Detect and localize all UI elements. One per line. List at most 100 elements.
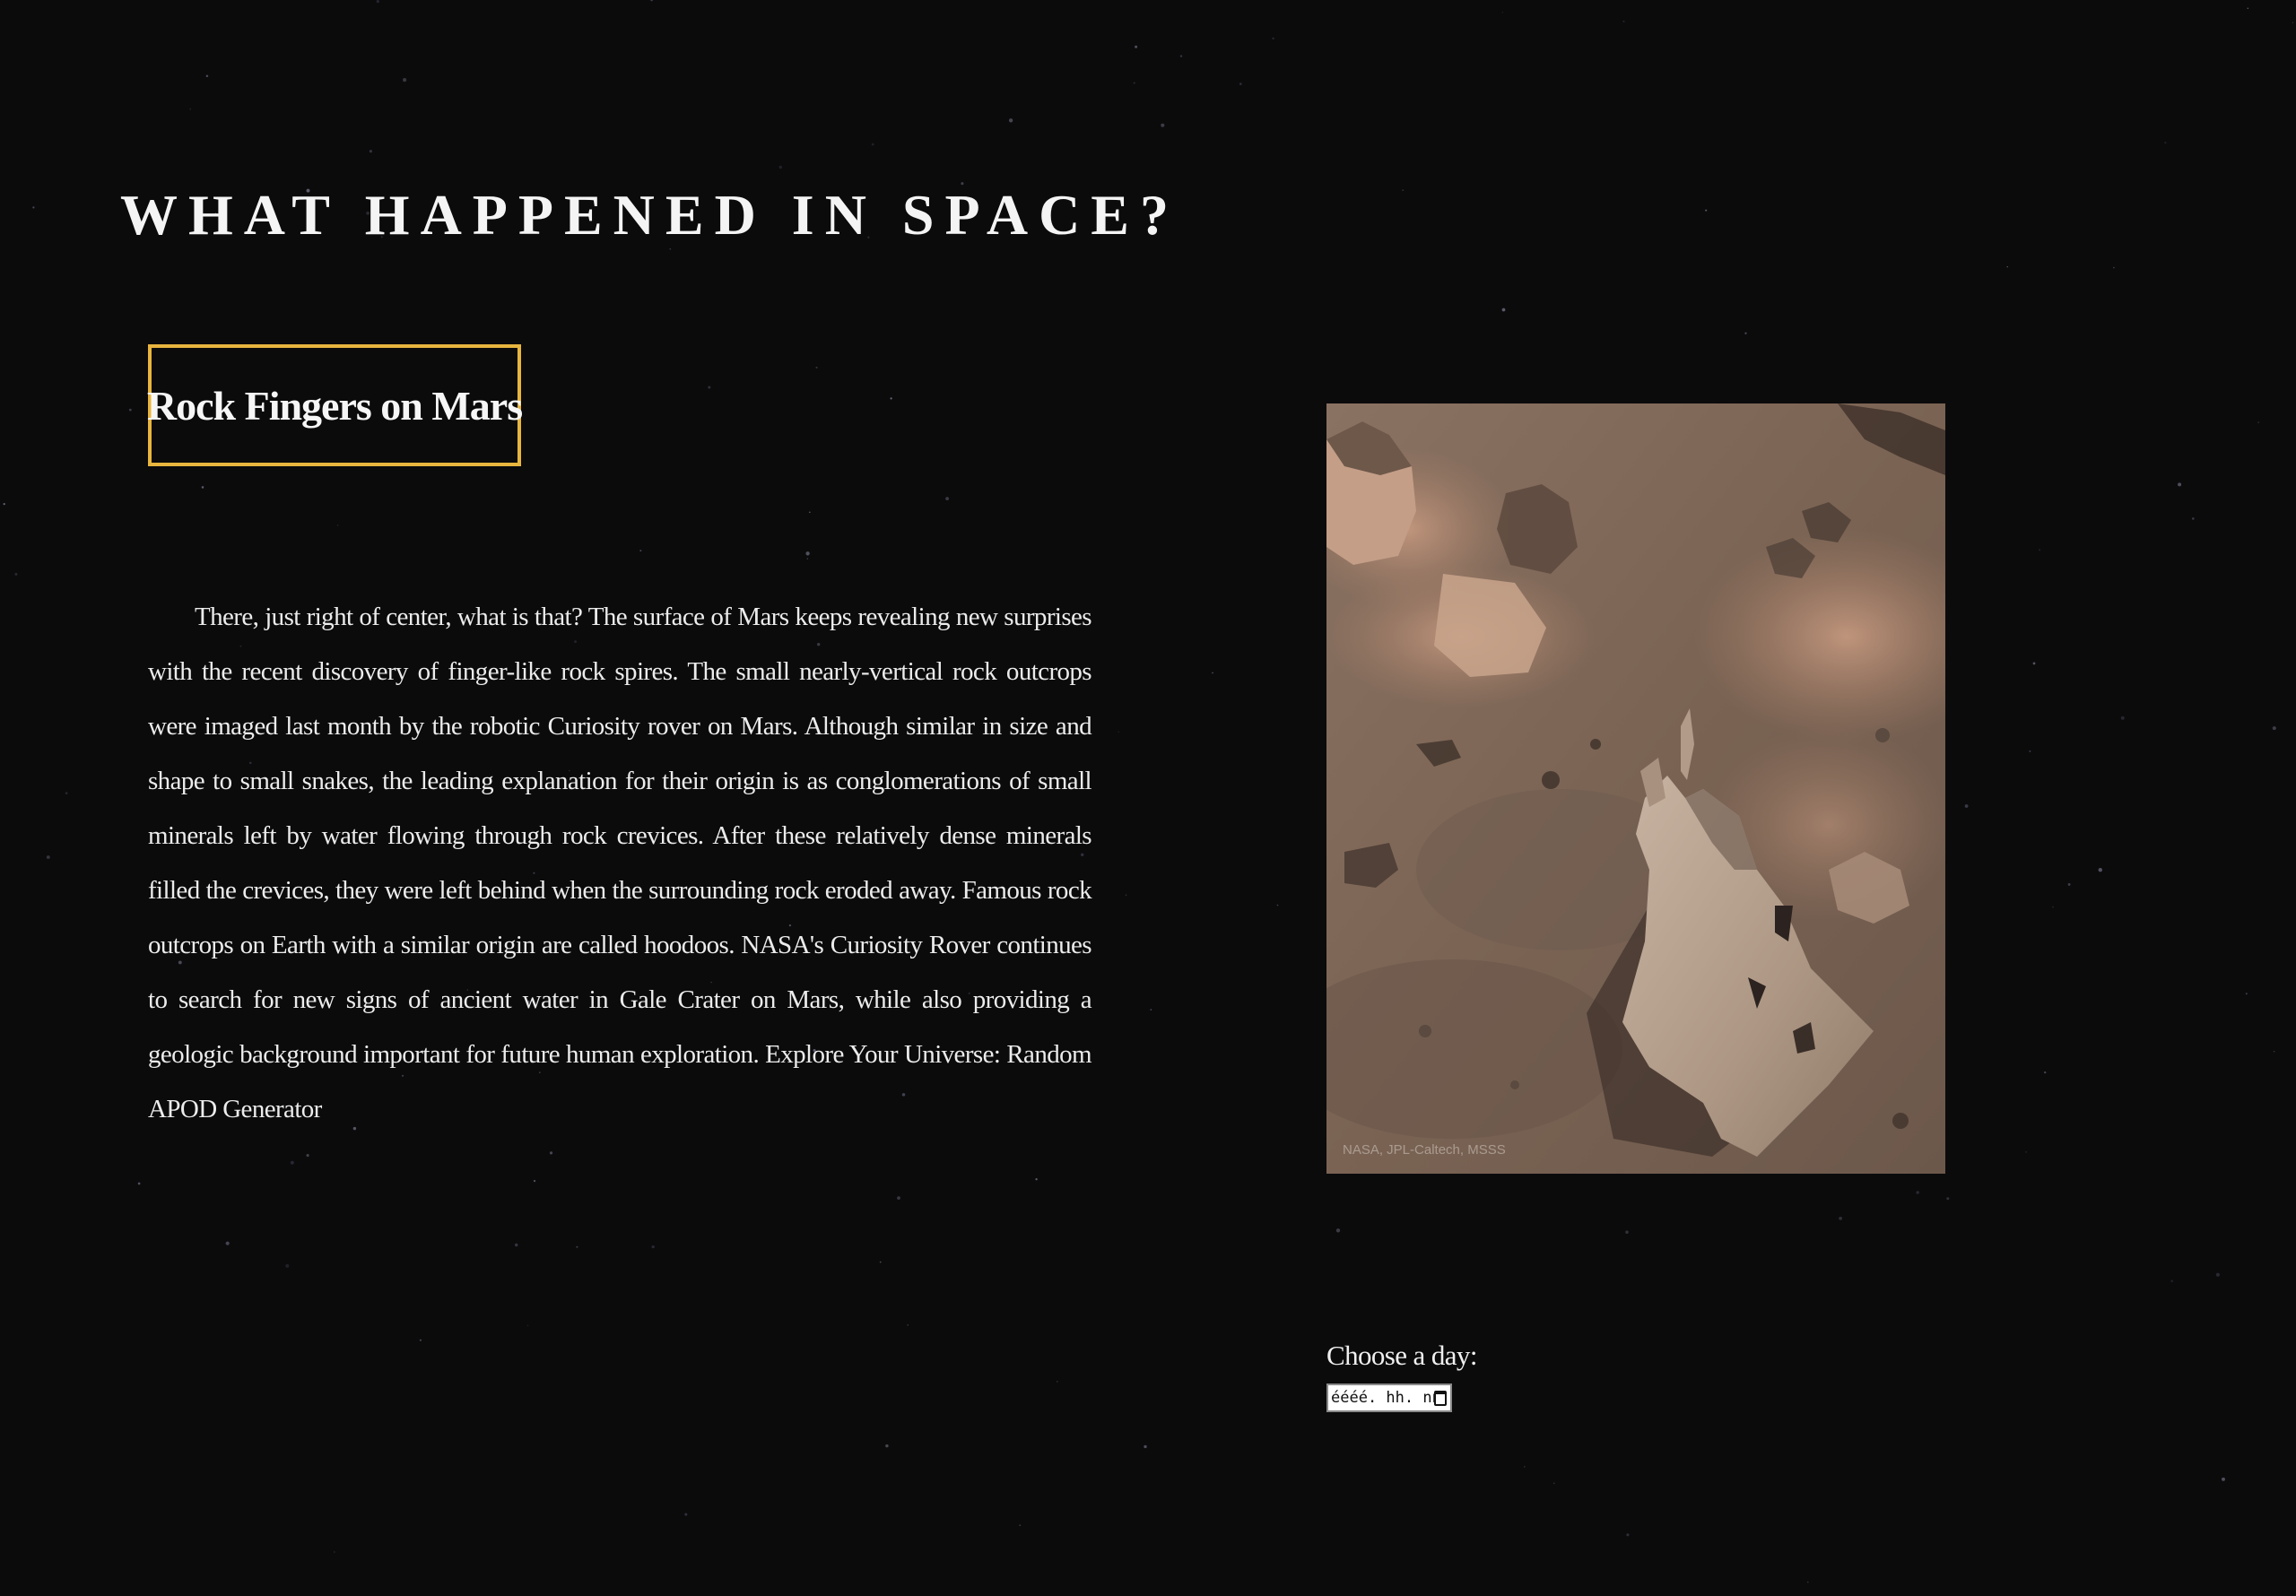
star [2029,750,2031,752]
star [650,0,653,2]
star [2039,549,2041,551]
star [1335,1228,1341,1233]
star [403,78,407,82]
star [2006,266,2008,268]
star [285,1263,290,1268]
star [1212,672,1213,674]
star [2247,7,2249,9]
star [576,1245,578,1248]
star [1150,1009,1152,1011]
star [1008,118,1013,123]
star [815,366,818,369]
star [1019,1524,1022,1526]
star [3,503,5,506]
star [1839,1217,1842,1220]
star [890,397,892,400]
star [1135,45,1138,48]
star [2292,22,2294,23]
star [1916,1191,1919,1194]
apod-title: Rock Fingers on Mars [146,382,523,429]
star [2215,1272,2220,1277]
star [2032,662,2036,665]
star [1524,1466,1526,1468]
star [32,206,35,209]
date-input[interactable]: éééé. hh. nn. [1326,1383,1452,1412]
star [205,74,209,78]
star [201,486,204,489]
star [2272,726,2276,731]
star [1946,1197,1950,1201]
star [1807,1581,1809,1583]
star [1402,189,1405,192]
star [137,1182,141,1185]
star [871,143,874,146]
star [879,1261,882,1263]
star [526,1324,529,1327]
calendar-icon[interactable] [1434,1390,1447,1406]
star [1239,82,1242,85]
star [1625,1230,1629,1234]
star [945,497,950,501]
star [1626,1533,1630,1537]
star [1622,20,1625,22]
star [533,1180,536,1183]
star [684,1513,688,1516]
star [1272,37,1274,40]
star [376,0,379,4]
star [306,1154,309,1158]
star [2120,716,2125,720]
star [2192,517,2195,520]
star [778,165,782,169]
star [639,550,642,552]
star [1744,332,1747,334]
apod-explanation: There, just right of center, what is tha… [148,603,1092,1123]
star [1501,12,1503,13]
mars-rock-photo [1326,403,1945,1174]
star [1035,1178,1038,1181]
page-title: WHAT HAPPENED IN SPACE? [120,183,1179,247]
star [14,572,18,576]
star [2222,1477,2225,1481]
apod-title-box: Rock Fingers on Mars [146,344,523,466]
star [805,551,810,556]
star [1179,55,1183,57]
star [2113,266,2115,269]
star [708,386,711,389]
star [334,1551,335,1553]
date-picker-label: Choose a day: [1326,1340,1477,1371]
star [2098,868,2102,872]
star [885,1444,889,1448]
apod-image: NASA, JPL-Caltech, MSSS [1326,403,1945,1174]
star [369,150,372,153]
star [1144,1444,1147,1449]
star [2245,993,2248,995]
star [1552,1482,1555,1485]
star [2044,1071,2047,1074]
star [46,855,50,859]
star [290,1160,294,1165]
star [1501,308,1506,312]
star [1125,894,1127,896]
star [225,1241,230,1245]
star [128,408,132,412]
star [189,108,192,110]
star [907,1323,909,1326]
star [65,792,68,794]
star [2257,421,2259,423]
star [2164,141,2167,144]
star [514,1243,518,1247]
star [2052,906,2054,908]
star [2067,882,2071,886]
star [549,1151,553,1155]
star [651,1245,655,1249]
star [1964,804,1969,808]
date-input-placeholder[interactable]: éééé. hh. nn. [1331,1389,1434,1407]
star [1276,904,1279,906]
star [806,558,809,559]
star [2273,1050,2275,1053]
star [1705,209,1708,212]
image-credit: NASA, JPL-Caltech, MSSS [1343,1142,1506,1158]
star [1161,123,1165,127]
star [2170,1279,2173,1282]
star [2178,482,2182,487]
